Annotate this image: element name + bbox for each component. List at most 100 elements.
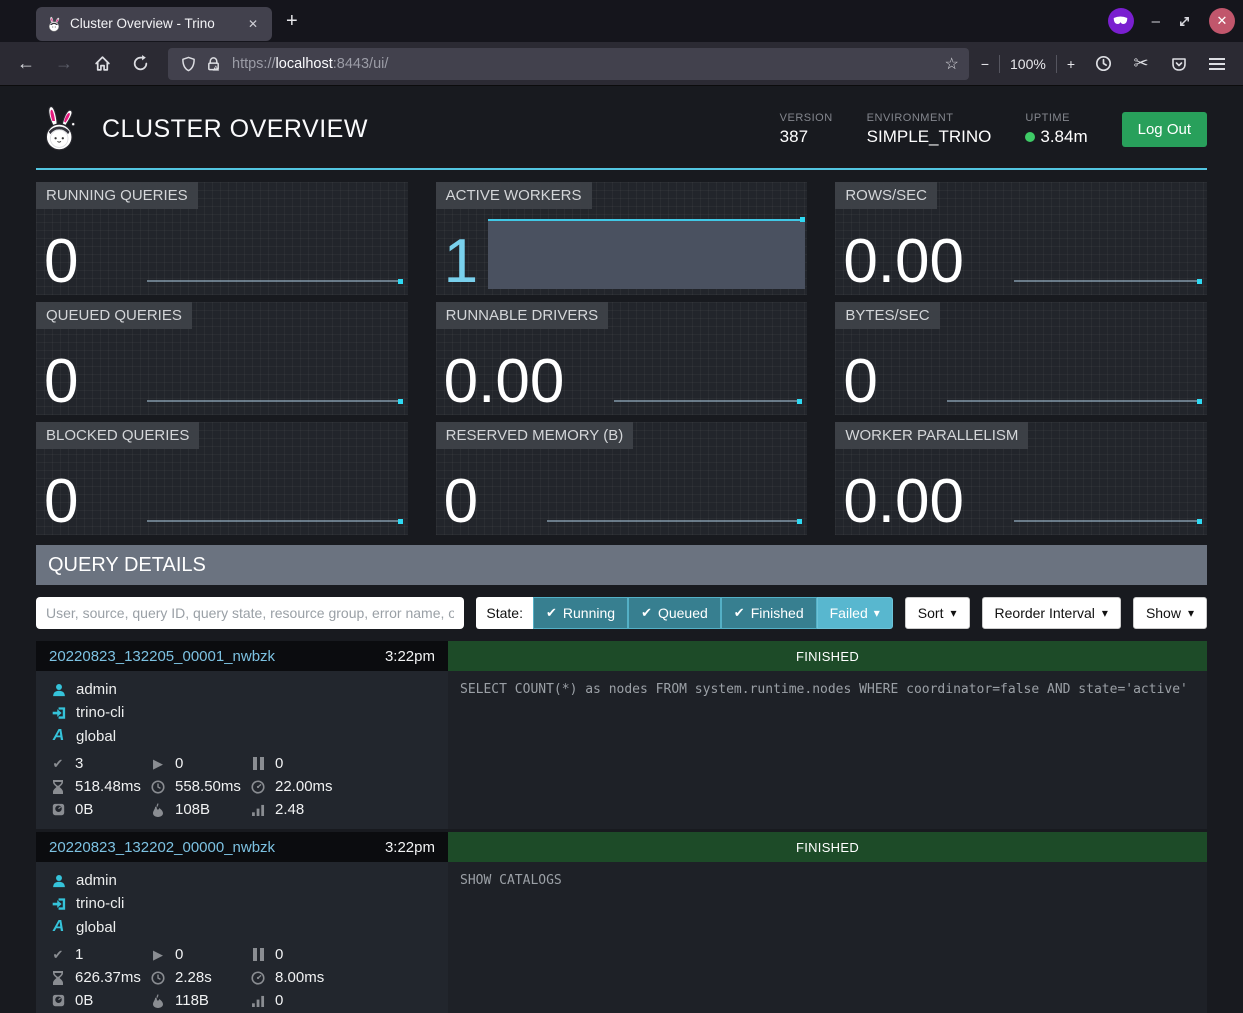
query-row: 20220823_132205_00001_nwbzk 3:22pm FINIS… <box>36 641 1207 829</box>
history-clock-icon[interactable] <box>1087 49 1119 79</box>
elapsed-time-clock-icon <box>150 971 166 985</box>
logout-button[interactable]: Log Out <box>1122 112 1207 147</box>
stat-label: RESERVED MEMORY (B) <box>436 422 634 449</box>
query-search-input[interactable] <box>36 597 464 629</box>
queued-time: 518.48ms <box>75 778 141 795</box>
query-time: 3:22pm <box>385 648 435 665</box>
sparkline <box>614 400 798 402</box>
filter-finished-button[interactable]: ✔ Finished <box>721 597 817 629</box>
zoom-level-button[interactable]: 100% <box>1010 56 1046 72</box>
query-status-badge: FINISHED <box>448 832 1207 862</box>
bookmark-star-icon[interactable]: ☆ <box>944 54 958 74</box>
window-maximize-button[interactable] <box>1178 15 1191 28</box>
tracking-shield-icon[interactable] <box>181 56 196 72</box>
cumulative-memory-fire-icon <box>150 803 166 817</box>
parallelism: 2.48 <box>275 801 304 818</box>
stat-value: 1 <box>444 231 478 293</box>
tab-close-icon[interactable]: ✕ <box>244 15 262 33</box>
environment-stat: ENVIRONMENT SIMPLE_TRINO <box>867 112 992 147</box>
sparkline-dot <box>797 519 802 524</box>
resource-group-icon: A <box>50 918 67 936</box>
sparkline-dot <box>800 217 805 222</box>
query-source: trino-cli <box>76 895 124 912</box>
stat-value: 0.00 <box>843 231 964 293</box>
caret-down-icon: ▾ <box>950 606 956 620</box>
stat-card-runnable-drivers: RUNNABLE DRIVERS 0.00 <box>436 302 808 415</box>
environment-label: ENVIRONMENT <box>867 112 992 124</box>
sparkline <box>147 520 398 522</box>
filter-running-button[interactable]: ✔ Running <box>533 597 628 629</box>
stat-label: RUNNING QUERIES <box>36 182 198 209</box>
query-time: 3:22pm <box>385 839 435 856</box>
query-user: admin <box>76 681 117 698</box>
query-row: 20220823_132202_00000_nwbzk 3:22pm FINIS… <box>36 832 1207 1013</box>
version-label: VERSION <box>780 112 833 124</box>
stat-value: 0.00 <box>444 351 565 413</box>
reload-button[interactable] <box>124 49 156 79</box>
pocket-shield-icon[interactable] <box>1163 49 1195 79</box>
screenshot-scissors-icon[interactable]: ✂ <box>1125 49 1157 79</box>
state-filter-group: State: ✔ Running ✔ Queued ✔ Finished Fai… <box>476 597 892 629</box>
stat-label: BYTES/SEC <box>835 302 939 329</box>
home-button[interactable] <box>86 49 118 79</box>
stat-value: 0 <box>44 351 78 413</box>
tab-title: Cluster Overview - Trino <box>70 16 244 31</box>
filter-queued-button[interactable]: ✔ Queued <box>628 597 721 629</box>
reorder-interval-dropdown[interactable]: Reorder Interval ▾ <box>982 597 1121 629</box>
parallelism-chart-icon <box>250 804 266 816</box>
uptime-value: 3.84m <box>1040 127 1087 147</box>
stat-label: QUEUED QUERIES <box>36 302 192 329</box>
check-icon: ✔ <box>546 605 557 621</box>
query-source: trino-cli <box>76 704 124 721</box>
sort-dropdown[interactable]: Sort ▾ <box>905 597 970 629</box>
back-button[interactable]: ← <box>10 49 42 79</box>
private-browsing-mask-icon[interactable] <box>1108 8 1134 34</box>
version-value: 387 <box>780 127 833 147</box>
completed-splits: 1 <box>75 946 83 963</box>
sparkline <box>547 520 798 522</box>
stat-label: ACTIVE WORKERS <box>436 182 592 209</box>
queued-splits-pause-icon <box>250 948 266 961</box>
caret-down-icon: ▾ <box>874 606 880 620</box>
uptime-label: UPTIME <box>1025 112 1087 124</box>
query-status-badge: FINISHED <box>448 641 1207 671</box>
query-id-link[interactable]: 20220823_132205_00001_nwbzk <box>49 648 275 665</box>
running-splits-play-icon: ▶ <box>150 756 166 772</box>
stat-card-reserved-memory: RESERVED MEMORY (B) 0 <box>436 422 808 535</box>
sparkline-dot <box>398 399 403 404</box>
show-dropdown[interactable]: Show ▾ <box>1133 597 1207 629</box>
cumulative-memory: 108B <box>175 801 210 818</box>
parallelism-chart-icon <box>250 995 266 1007</box>
query-filter-toolbar: State: ✔ Running ✔ Queued ✔ Finished Fai… <box>36 597 1207 629</box>
url-bar[interactable]: https://localhost:8443/ui/ ☆ <box>168 48 969 80</box>
current-memory: 0B <box>75 801 93 818</box>
running-splits-play-icon: ▶ <box>150 947 166 963</box>
filter-failed-dropdown[interactable]: Failed ▾ <box>817 597 893 629</box>
window-minimize-button[interactable]: – <box>1152 13 1160 30</box>
window-close-button[interactable]: ✕ <box>1209 8 1235 34</box>
browser-tab[interactable]: Cluster Overview - Trino ✕ <box>36 7 272 41</box>
elapsed-time: 558.50ms <box>175 778 241 795</box>
check-icon: ✔ <box>734 605 745 621</box>
trino-bunny-logo <box>36 104 84 154</box>
url-host: localhost <box>276 56 333 72</box>
stat-value: 0.00 <box>843 471 964 533</box>
cumulative-memory-fire-icon <box>150 994 166 1008</box>
stat-label: WORKER PARALLELISM <box>835 422 1028 449</box>
cluster-stats-grid: RUNNING QUERIES 0 ACTIVE WORKERS 1 ROWS/… <box>36 182 1207 535</box>
url-text[interactable]: https://localhost:8443/ui/ <box>232 56 942 72</box>
resource-group-icon: A <box>50 727 67 745</box>
query-user: admin <box>76 872 117 889</box>
browser-nav-bar: ← → https://localhost:8443/ui/ ☆ − 100% … <box>0 42 1243 86</box>
query-id-link[interactable]: 20220823_132202_00000_nwbzk <box>49 839 275 856</box>
lock-warning-icon[interactable] <box>206 56 221 72</box>
zoom-out-button[interactable]: − <box>981 56 989 72</box>
divider <box>999 55 1000 73</box>
menu-hamburger-icon[interactable] <box>1201 49 1233 79</box>
stat-card-rows-sec: ROWS/SEC 0.00 <box>835 182 1207 295</box>
new-tab-button[interactable]: + <box>286 10 298 33</box>
stat-card-worker-parallelism: WORKER PARALLELISM 0.00 <box>835 422 1207 535</box>
current-memory-scale-icon <box>50 994 66 1007</box>
forward-button: → <box>48 49 80 79</box>
zoom-in-button[interactable]: + <box>1067 56 1075 72</box>
